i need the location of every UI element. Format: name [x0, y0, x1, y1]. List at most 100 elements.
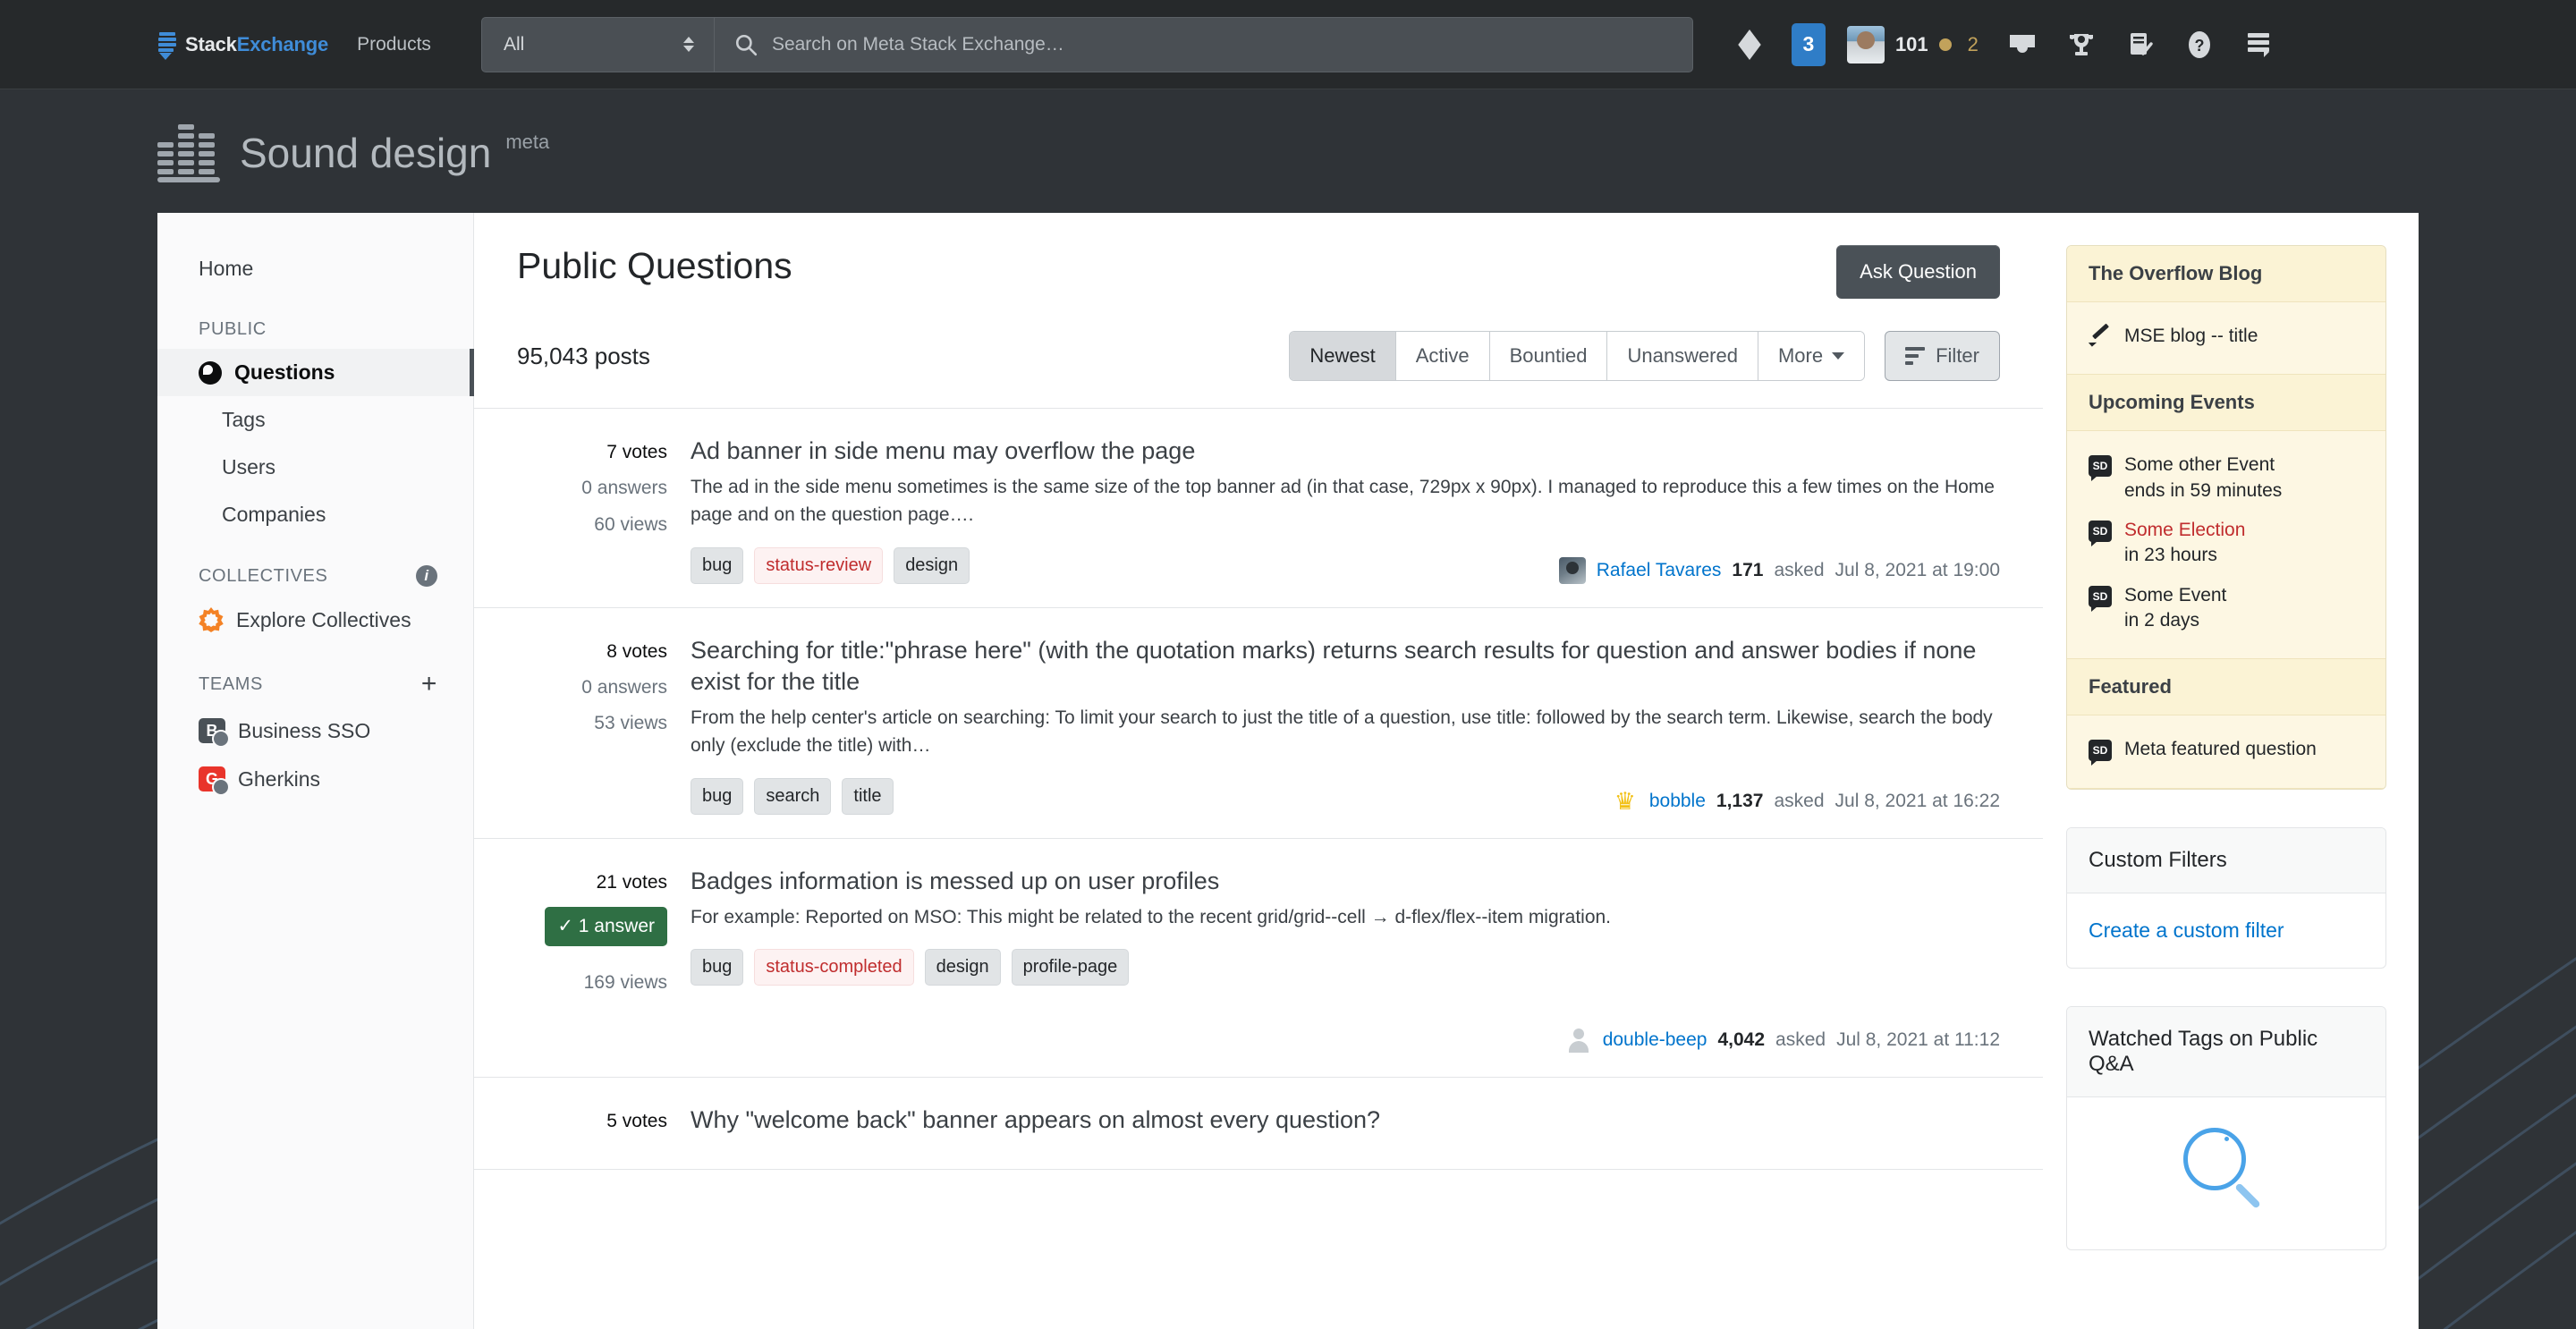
event-item[interactable]: SD Some Election in 23 hours	[2089, 511, 2364, 576]
left-sidebar: Home PUBLIC Questions Tags Users Compani…	[157, 213, 474, 1329]
review-queue-icon[interactable]	[2111, 15, 2170, 74]
anonymous-avatar-icon	[1565, 1027, 1592, 1054]
sidebar-item-questions[interactable]: Questions	[157, 349, 474, 396]
featured-question-title[interactable]: Meta featured question	[2124, 737, 2317, 762]
sidebar-item-team-gherkins[interactable]: G Gherkins	[157, 755, 473, 803]
search-input[interactable]	[771, 17, 1692, 72]
stack-exchange-logo[interactable]: StackExchange	[157, 31, 328, 60]
question-author[interactable]: double-beep 4,042 asked Jul 8, 2021 at 1…	[1565, 1027, 2000, 1054]
sidebar-item-explore-collectives[interactable]: Explore Collectives	[157, 596, 473, 644]
search-scope-select[interactable]: All	[482, 17, 715, 72]
question-author[interactable]: ♛ bobble 1,137 asked Jul 8, 2021 at 16:2…	[1612, 788, 2000, 815]
author-name[interactable]: bobble	[1649, 791, 1706, 812]
tab-label: Unanswered	[1627, 344, 1738, 367]
view-count: 60 views	[594, 513, 667, 535]
question-body: Searching for title:"phrase here" (with …	[691, 635, 2000, 815]
add-team-icon[interactable]: +	[421, 671, 437, 698]
sidebar-item-tags[interactable]: Tags	[157, 396, 473, 444]
tab-more[interactable]: More	[1758, 332, 1865, 380]
sidebar-section-label: COLLECTIVES	[199, 565, 328, 586]
user-profile-chip[interactable]: 101 2	[1838, 25, 1993, 63]
sidebar-item-companies[interactable]: Companies	[157, 491, 473, 538]
tag[interactable]: bug	[691, 777, 744, 815]
question-excerpt: For example: Reported on MSO: This might…	[691, 906, 1612, 927]
author-name[interactable]: double-beep	[1603, 1029, 1707, 1051]
stack-exchange-logo-text: StackExchange	[185, 33, 328, 56]
tag-status[interactable]: status-completed	[754, 949, 914, 986]
tag[interactable]: design	[894, 546, 970, 584]
sidebar-item-home[interactable]: Home	[157, 245, 473, 292]
sidebar-item-team-business-sso[interactable]: B Business SSO	[157, 707, 473, 755]
sidebar-item-label: Companies	[222, 503, 326, 526]
tag-status[interactable]: status-review	[754, 546, 884, 584]
tag[interactable]: profile-page	[1011, 949, 1130, 986]
trophy-icon[interactable]	[2052, 15, 2111, 74]
widget-title-upcoming-events: Upcoming Events	[2067, 375, 2385, 432]
question-item[interactable]: 21 votes ✓ 1 answer 169 views Badges inf…	[474, 839, 2043, 1078]
question-stats: 8 votes 0 answers 53 views	[517, 635, 667, 815]
magnifier-icon	[2183, 1127, 2269, 1214]
tab-label: Bountied	[1509, 344, 1588, 367]
question-author[interactable]: Rafael Tavares 171 asked Jul 8, 2021 at …	[1558, 556, 2000, 584]
globe-icon	[199, 360, 222, 385]
author-name[interactable]: Rafael Tavares	[1597, 560, 1722, 581]
question-title[interactable]: Badges information is messed up on user …	[691, 866, 2000, 898]
question-footer: bug status-review design Rafael Tavares …	[691, 546, 2000, 584]
question-body: Badges information is messed up on user …	[691, 866, 2000, 1054]
blog-post-title[interactable]: MSE blog -- title	[2124, 324, 2258, 349]
tab-unanswered[interactable]: Unanswered	[1607, 332, 1758, 380]
main-content: Public Questions Ask Question 95,043 pos…	[474, 213, 2043, 1329]
featured-item[interactable]: SD Meta featured question	[2089, 730, 2364, 769]
review-count-badge[interactable]: 3	[1779, 15, 1838, 74]
sidebar-section-label: TEAMS	[199, 673, 263, 694]
info-icon[interactable]: i	[416, 565, 437, 587]
tag[interactable]: bug	[691, 546, 744, 584]
help-icon[interactable]: ?	[2170, 15, 2229, 74]
site-badge-icon: SD	[2089, 585, 2112, 612]
question-item[interactable]: 7 votes 0 answers 60 views Ad banner in …	[474, 409, 2043, 608]
event-item[interactable]: SD Some Event in 2 days	[2089, 576, 2364, 641]
view-count: 53 views	[594, 713, 667, 734]
inbox-icon[interactable]	[1993, 15, 2052, 74]
tag[interactable]: title	[842, 777, 894, 815]
question-item[interactable]: 8 votes 0 answers 53 views Searching for…	[474, 608, 2043, 839]
event-item[interactable]: SD Some other Event ends in 59 minutes	[2089, 445, 2364, 511]
nav-products-link[interactable]: Products	[357, 34, 431, 55]
post-action: asked	[1774, 559, 1825, 580]
site-logo-link[interactable]: Sound design meta	[157, 120, 549, 182]
filter-button[interactable]: Filter	[1885, 331, 2000, 381]
list-controls: Newest Active Bountied Unanswered More F…	[1289, 331, 2000, 381]
event-time: ends in 59 minutes	[2124, 479, 2283, 501]
question-item[interactable]: 5 votes Why "welcome back" banner appear…	[474, 1078, 2043, 1171]
event-text: Some other Event ends in 59 minutes	[2124, 453, 2282, 504]
create-custom-filter-link[interactable]: Create a custom filter	[2067, 893, 2385, 968]
tab-active[interactable]: Active	[1395, 332, 1490, 380]
tag[interactable]: search	[754, 777, 832, 815]
question-title[interactable]: Why "welcome back" banner appears on alm…	[691, 1105, 2000, 1137]
blog-post-item[interactable]: MSE blog -- title	[2089, 317, 2364, 356]
question-footer: bug status-completed design profile-page…	[691, 949, 2000, 1054]
tab-bountied[interactable]: Bountied	[1489, 332, 1608, 380]
question-title[interactable]: Searching for title:"phrase here" (with …	[691, 635, 2000, 698]
vote-count: 8 votes	[606, 640, 667, 662]
event-name[interactable]: Some Election	[2124, 520, 2245, 540]
tag-list: bug status-completed design profile-page	[691, 949, 2000, 986]
question-excerpt: From the help center's article on search…	[691, 707, 1993, 757]
sidebar-section-collectives: COLLECTIVES i	[157, 538, 473, 596]
sidebar-section-public: PUBLIC	[157, 292, 473, 349]
diamond-icon[interactable]	[1720, 15, 1779, 74]
sidebar-section-teams: TEAMS +	[157, 644, 473, 707]
answer-count: 0 answers	[581, 478, 667, 499]
tab-newest[interactable]: Newest	[1290, 332, 1396, 380]
vote-count: 7 votes	[606, 442, 667, 462]
question-title[interactable]: Ad banner in side menu may overflow the …	[691, 436, 2000, 468]
stack-exchange-menu-icon[interactable]	[2229, 15, 2288, 74]
tag[interactable]: bug	[691, 949, 744, 986]
tag[interactable]: design	[924, 949, 1001, 986]
event-name[interactable]: Some other Event	[2124, 454, 2275, 475]
widget-title: Custom Filters	[2067, 827, 2385, 893]
event-name[interactable]: Some Event	[2124, 585, 2226, 605]
sidebar-item-users[interactable]: Users	[157, 444, 473, 491]
site-badge-icon: SD	[2089, 521, 2112, 547]
ask-question-button[interactable]: Ask Question	[1836, 245, 2000, 299]
